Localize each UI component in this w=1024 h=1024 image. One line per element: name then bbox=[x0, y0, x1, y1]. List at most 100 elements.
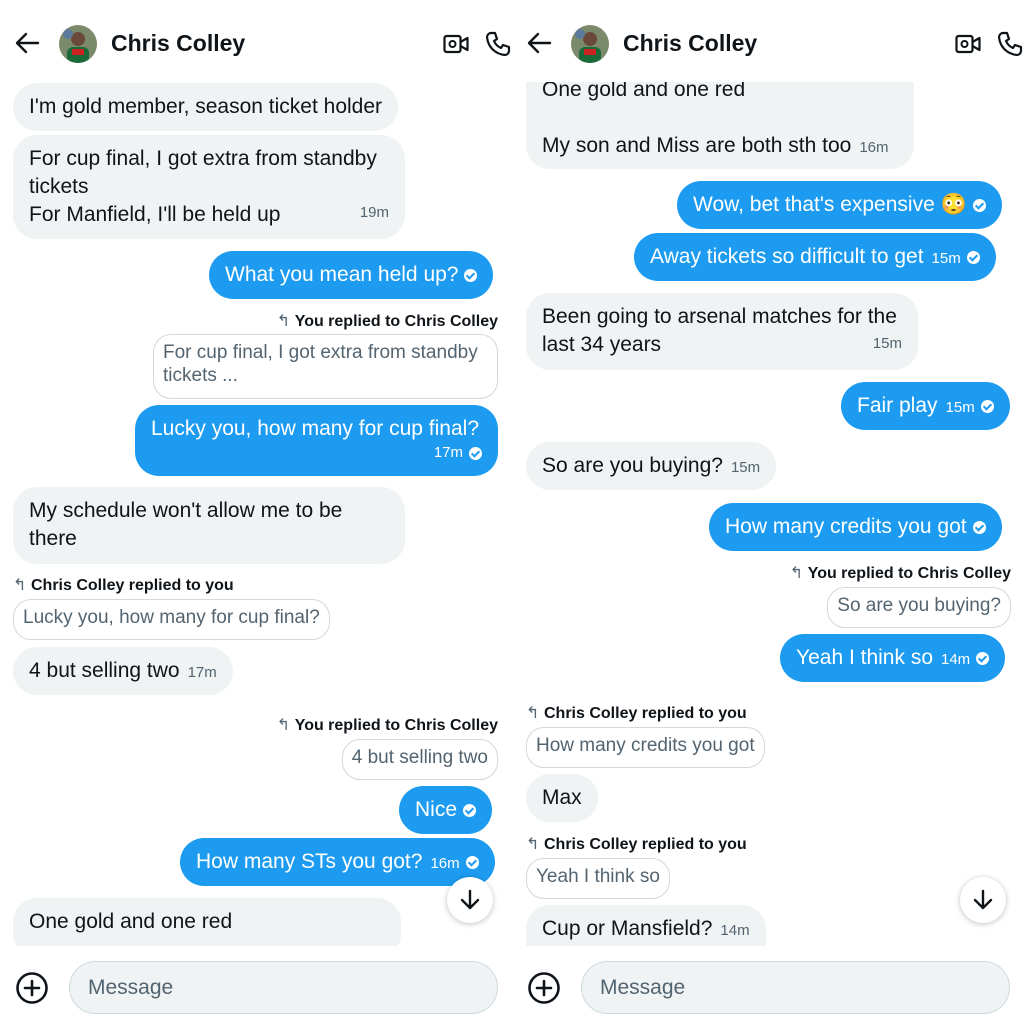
quote-text: tickets ... bbox=[163, 365, 238, 386]
message-input[interactable] bbox=[581, 961, 1010, 1014]
message-time: 15m bbox=[945, 399, 975, 416]
message-incoming[interactable]: One gold and one red bbox=[13, 898, 401, 946]
reply-label: ↰ Chris Colley replied to you bbox=[526, 836, 747, 853]
message-text: So are you buying? bbox=[542, 454, 723, 477]
message-outgoing[interactable]: Nice bbox=[399, 786, 493, 834]
message-incoming[interactable]: Been going to arsenal matches for the la… bbox=[526, 293, 918, 370]
message-time: 19m bbox=[359, 204, 389, 221]
message-time: 15m bbox=[931, 250, 961, 267]
message-outgoing[interactable]: Away tickets so difficult to get 15m bbox=[634, 233, 996, 281]
message-text: there bbox=[29, 527, 77, 550]
reply-arrow-icon: ↰ bbox=[276, 717, 291, 734]
message-incoming[interactable]: For cup final, I got extra from standby … bbox=[13, 135, 405, 239]
video-camera-icon[interactable] bbox=[443, 33, 469, 55]
message-input[interactable] bbox=[69, 961, 498, 1014]
plus-circle-icon[interactable] bbox=[527, 971, 561, 1005]
message-text: One gold and one red bbox=[542, 82, 746, 101]
video-camera-icon[interactable] bbox=[955, 33, 981, 55]
quoted-message[interactable]: 4 but selling two bbox=[341, 739, 498, 780]
message-text: How many STs you got? bbox=[196, 850, 423, 873]
message-outgoing[interactable]: How many credits you got bbox=[709, 503, 1002, 551]
reply-label: ↰ You replied to Chris Colley bbox=[789, 565, 1011, 582]
message-outgoing[interactable]: Lucky you, how many for cup final? 17m bbox=[135, 405, 498, 476]
message-outgoing[interactable]: Fair play 15m bbox=[841, 382, 1010, 430]
message-time: 14m bbox=[941, 651, 971, 668]
quote-text: Lucky you, how many for cup final? bbox=[23, 607, 320, 628]
back-arrow-icon[interactable] bbox=[14, 30, 40, 56]
quote-text: 4 but selling two bbox=[351, 747, 488, 768]
message-time: 15m bbox=[730, 459, 761, 476]
scroll-to-bottom-button[interactable] bbox=[447, 877, 493, 923]
message-incoming[interactable]: Cup or Mansfield? 14m bbox=[526, 905, 766, 946]
message-text: Cup or Mansfield? bbox=[542, 917, 713, 940]
reply-arrow-icon: ↰ bbox=[789, 565, 804, 582]
message-incoming[interactable]: I'm gold member, season ticket holder bbox=[13, 83, 399, 131]
arrow-down-icon bbox=[460, 889, 480, 910]
quoted-message[interactable]: For cup final, I got extra from standby … bbox=[153, 334, 498, 399]
message-outgoing[interactable]: What you mean held up? bbox=[209, 251, 494, 299]
message-text: Fair play bbox=[857, 394, 938, 417]
read-check-icon bbox=[976, 651, 990, 665]
plus-circle-icon[interactable] bbox=[15, 971, 49, 1005]
message-incoming[interactable]: Max bbox=[526, 774, 598, 822]
avatar[interactable] bbox=[571, 25, 609, 63]
arrow-down-icon bbox=[973, 889, 993, 910]
read-check-icon bbox=[463, 803, 477, 817]
message-incoming[interactable]: My schedule won't allow me to be there bbox=[13, 487, 405, 564]
left-conversation-panel: Chris Colley I'm gold member, season tic… bbox=[0, 0, 512, 1024]
reply-label: ↰ Chris Colley replied to you bbox=[526, 705, 747, 722]
quoted-message[interactable]: Yeah I think so bbox=[526, 858, 670, 899]
message-text: 4 but selling two bbox=[29, 659, 180, 682]
read-check-icon bbox=[980, 399, 994, 413]
message-time: 16m bbox=[859, 139, 889, 156]
read-check-icon bbox=[464, 268, 478, 282]
reply-label: ↰ You replied to Chris Colley bbox=[276, 717, 498, 734]
message-outgoing[interactable]: How many STs you got? 16m bbox=[180, 838, 495, 886]
message-time: 16m bbox=[430, 855, 460, 872]
message-list[interactable]: One gold and one red My son and Miss are… bbox=[512, 82, 1024, 946]
message-text: For cup final, I got extra from standby bbox=[29, 147, 377, 170]
reply-label: ↰ You replied to Chris Colley bbox=[276, 313, 498, 330]
message-composer bbox=[512, 946, 1024, 1024]
message-outgoing[interactable]: Yeah I think so 14m bbox=[780, 634, 1006, 682]
quote-text: For cup final, I got extra from standby bbox=[163, 342, 478, 363]
quoted-message[interactable]: So are you buying? bbox=[827, 587, 1011, 628]
phone-icon[interactable] bbox=[485, 31, 511, 57]
message-text: My schedule won't allow me to be bbox=[29, 499, 343, 522]
message-incoming[interactable]: 4 but selling two 17m bbox=[13, 647, 233, 695]
message-incoming[interactable]: So are you buying? 15m bbox=[526, 442, 777, 490]
scroll-to-bottom-button[interactable] bbox=[960, 877, 1006, 923]
avatar[interactable] bbox=[59, 25, 97, 63]
quoted-message[interactable]: Lucky you, how many for cup final? bbox=[13, 599, 330, 640]
message-text: Yeah I think so bbox=[796, 646, 933, 669]
message-text: What you mean held up? bbox=[225, 263, 459, 286]
message-time: 14m bbox=[720, 922, 750, 939]
reply-arrow-icon: ↰ bbox=[526, 705, 540, 722]
message-outgoing[interactable]: Wow, bet that's expensive 😳 bbox=[677, 181, 1002, 229]
message-text: tickets bbox=[29, 175, 89, 198]
message-text: Wow, bet that's expensive 😳 bbox=[693, 193, 967, 216]
message-text: I'm gold member, season ticket holder bbox=[29, 95, 383, 118]
message-time: 15m bbox=[872, 335, 902, 352]
contact-name[interactable]: Chris Colley bbox=[623, 30, 757, 57]
read-check-icon bbox=[972, 520, 986, 534]
reply-label: ↰ Chris Colley replied to you bbox=[13, 577, 234, 594]
read-check-icon bbox=[469, 446, 482, 460]
reply-arrow-icon: ↰ bbox=[13, 577, 27, 594]
quote-text: So are you buying? bbox=[837, 595, 1001, 616]
message-time: 17m bbox=[433, 444, 463, 461]
message-list[interactable]: I'm gold member, season ticket holder Fo… bbox=[0, 82, 512, 946]
message-text: Lucky you, how many for cup final? bbox=[151, 417, 480, 440]
message-incoming[interactable]: One gold and one red My son and Miss are… bbox=[526, 82, 914, 169]
message-text: Max bbox=[542, 786, 582, 809]
quoted-message[interactable]: How many credits you got bbox=[526, 727, 765, 768]
message-text: Been going to arsenal matches for the bbox=[542, 305, 897, 328]
message-time: 17m bbox=[187, 664, 217, 681]
read-check-icon bbox=[966, 250, 980, 264]
contact-name[interactable]: Chris Colley bbox=[111, 30, 245, 57]
message-composer bbox=[0, 946, 512, 1024]
back-arrow-icon[interactable] bbox=[526, 30, 552, 56]
conversation-header: Chris Colley bbox=[0, 0, 512, 82]
message-text: For Manfield, I'll be held up bbox=[29, 203, 281, 226]
phone-icon[interactable] bbox=[997, 31, 1023, 57]
